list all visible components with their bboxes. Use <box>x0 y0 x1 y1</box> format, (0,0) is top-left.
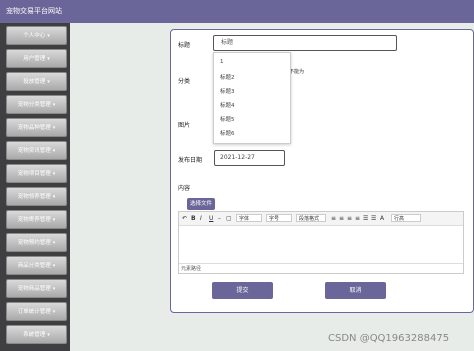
sidebar-item-system[interactable]: 系统管理 ▾ <box>6 325 67 344</box>
sidebar-item-pet-goods[interactable]: 宠物商品管理 ▾ <box>6 279 67 298</box>
chevron-down-icon: ▾ <box>52 286 56 292</box>
sidebar: 个人中心 ▾ 用户管理 ▾ 投放管理 ▾ 宠物分类管理 ▾ 宠物品种管理 ▾ 宠物资讯管理… <box>0 23 70 351</box>
sidebar-item-label: 宠物品种管理 <box>17 125 51 131</box>
sidebar-item-appointment[interactable]: 宠物预约管理 ▾ <box>6 233 67 252</box>
sidebar-item-order-stats[interactable]: 订单统计管理 ▾ <box>6 302 67 321</box>
chevron-down-icon: ▾ <box>52 309 56 315</box>
chevron-down-icon: ▾ <box>52 240 56 246</box>
sidebar-item-label: 系统管理 <box>23 332 46 338</box>
dropdown-option[interactable]: 标题6 <box>220 129 235 137</box>
rich-text-editor: ↶ B I U – ▢ 字体 字号 段落格式 ≡ ≡ ≡ ≡ ☰ ☰ A 行高 … <box>178 211 464 274</box>
dropdown-option[interactable]: 标题2 <box>220 73 235 81</box>
dropdown-option[interactable]: 标题5 <box>220 115 235 123</box>
undo-icon[interactable]: ↶ <box>182 214 187 223</box>
italic-icon[interactable]: I <box>200 214 202 223</box>
editor-toolbar: ↶ B I U – ▢ 字体 字号 段落格式 ≡ ≡ ≡ ≡ ☰ ☰ A 行高 <box>179 212 463 226</box>
chevron-down-icon: ▾ <box>52 171 56 177</box>
sidebar-item-goods-category[interactable]: 商品分类管理 ▾ <box>6 256 67 275</box>
sidebar-item-label: 商品分类管理 <box>17 263 51 269</box>
sidebar-item-label: 宠物项目管理 <box>17 171 51 177</box>
font-family-select[interactable]: 字体 <box>236 214 262 222</box>
font-color-icon[interactable]: A <box>380 214 384 223</box>
sidebar-item-pet-breed[interactable]: 宠物品种管理 ▾ <box>6 118 67 137</box>
chevron-down-icon: ▾ <box>52 148 56 154</box>
choose-file-button[interactable]: 选择文件 <box>187 198 215 210</box>
sidebar-item-label: 宠物分类管理 <box>17 102 51 108</box>
sidebar-item-label: 投放管理 <box>23 79 46 85</box>
font-size-select[interactable]: 字号 <box>266 214 292 222</box>
image-label: 图片 <box>178 122 191 129</box>
title-label: 标题 <box>178 42 191 49</box>
chevron-down-icon: ▾ <box>52 263 56 269</box>
title-dropdown: 1 标题2 标题3 标题4 标题5 标题6 <box>213 52 291 144</box>
sidebar-item-adoption[interactable]: 宠物领养管理 ▾ <box>6 187 67 206</box>
strikethrough-icon[interactable]: – <box>218 214 221 223</box>
category-label: 分类 <box>178 78 191 85</box>
content-label: 内容 <box>178 185 191 192</box>
dropdown-option[interactable]: 1 <box>220 59 224 65</box>
list-icon[interactable]: ☰ <box>363 214 368 223</box>
sidebar-item-personal-center[interactable]: 个人中心 ▾ <box>6 26 67 45</box>
chevron-down-icon: ▾ <box>47 79 50 85</box>
chevron-down-icon: ▾ <box>47 56 50 62</box>
validation-note: 不能为 <box>289 69 305 75</box>
submit-button[interactable]: 提交 <box>212 282 273 299</box>
watermark: CSDN @QQ1963288475 <box>328 333 450 344</box>
dropdown-option[interactable]: 标题4 <box>220 101 235 109</box>
align-center-icon[interactable]: ≡ <box>339 214 344 223</box>
paragraph-format-select[interactable]: 段落格式 <box>296 214 326 222</box>
chevron-down-icon: ▾ <box>47 332 50 338</box>
dropdown-option[interactable]: 标题3 <box>220 87 235 95</box>
chevron-down-icon: ▾ <box>52 194 56 200</box>
sidebar-item-label: 宠物资讯管理 <box>17 148 51 154</box>
chevron-down-icon: ▾ <box>52 102 56 108</box>
align-right-icon[interactable]: ≡ <box>347 214 352 223</box>
title-input[interactable]: 标题 <box>213 35 397 51</box>
sidebar-item-pet-project[interactable]: 宠物项目管理 ▾ <box>6 164 67 183</box>
table-icon[interactable]: ▢ <box>226 214 232 223</box>
date-input[interactable]: 2021-12-27 <box>214 150 285 166</box>
date-label: 发布日期 <box>178 157 203 164</box>
sidebar-item-users[interactable]: 用户管理 ▾ <box>6 49 67 68</box>
line-height-select[interactable]: 行高 <box>391 214 421 222</box>
chevron-down-icon: ▾ <box>52 125 56 131</box>
sidebar-item-label: 宠物预约管理 <box>17 240 51 246</box>
site-title: 宠物交易平台网站 <box>6 7 62 15</box>
sidebar-item-label: 宠物商品管理 <box>17 286 51 292</box>
sidebar-item-label: 宠物领养管理 <box>17 194 51 200</box>
sidebar-item-label: 用户管理 <box>23 56 46 62</box>
sidebar-item-pet-news[interactable]: 宠物资讯管理 ▾ <box>6 141 67 160</box>
align-left-icon[interactable]: ≡ <box>331 214 336 223</box>
sidebar-item-delivery[interactable]: 投放管理 ▾ <box>6 72 67 91</box>
cancel-button[interactable]: 取消 <box>325 282 386 299</box>
align-justify-icon[interactable]: ≡ <box>355 214 360 223</box>
sidebar-item-label: 订单统计管理 <box>17 309 51 315</box>
indent-icon[interactable]: ☰ <box>371 214 376 223</box>
sidebar-item-label: 个人中心 <box>23 33 46 39</box>
chevron-down-icon: ▾ <box>52 217 56 223</box>
bold-icon[interactable]: B <box>191 214 196 223</box>
sidebar-item-pet-category[interactable]: 宠物分类管理 ▾ <box>6 95 67 114</box>
underline-icon[interactable]: U <box>209 214 213 223</box>
sidebar-item-boarding[interactable]: 宠物寄养管理 ▾ <box>6 210 67 229</box>
sidebar-item-label: 宠物寄养管理 <box>17 217 51 223</box>
editor-status-bar: 元素路径 <box>179 263 463 273</box>
chevron-down-icon: ▾ <box>47 33 50 39</box>
top-bar: 宠物交易平台网站 <box>0 0 474 23</box>
